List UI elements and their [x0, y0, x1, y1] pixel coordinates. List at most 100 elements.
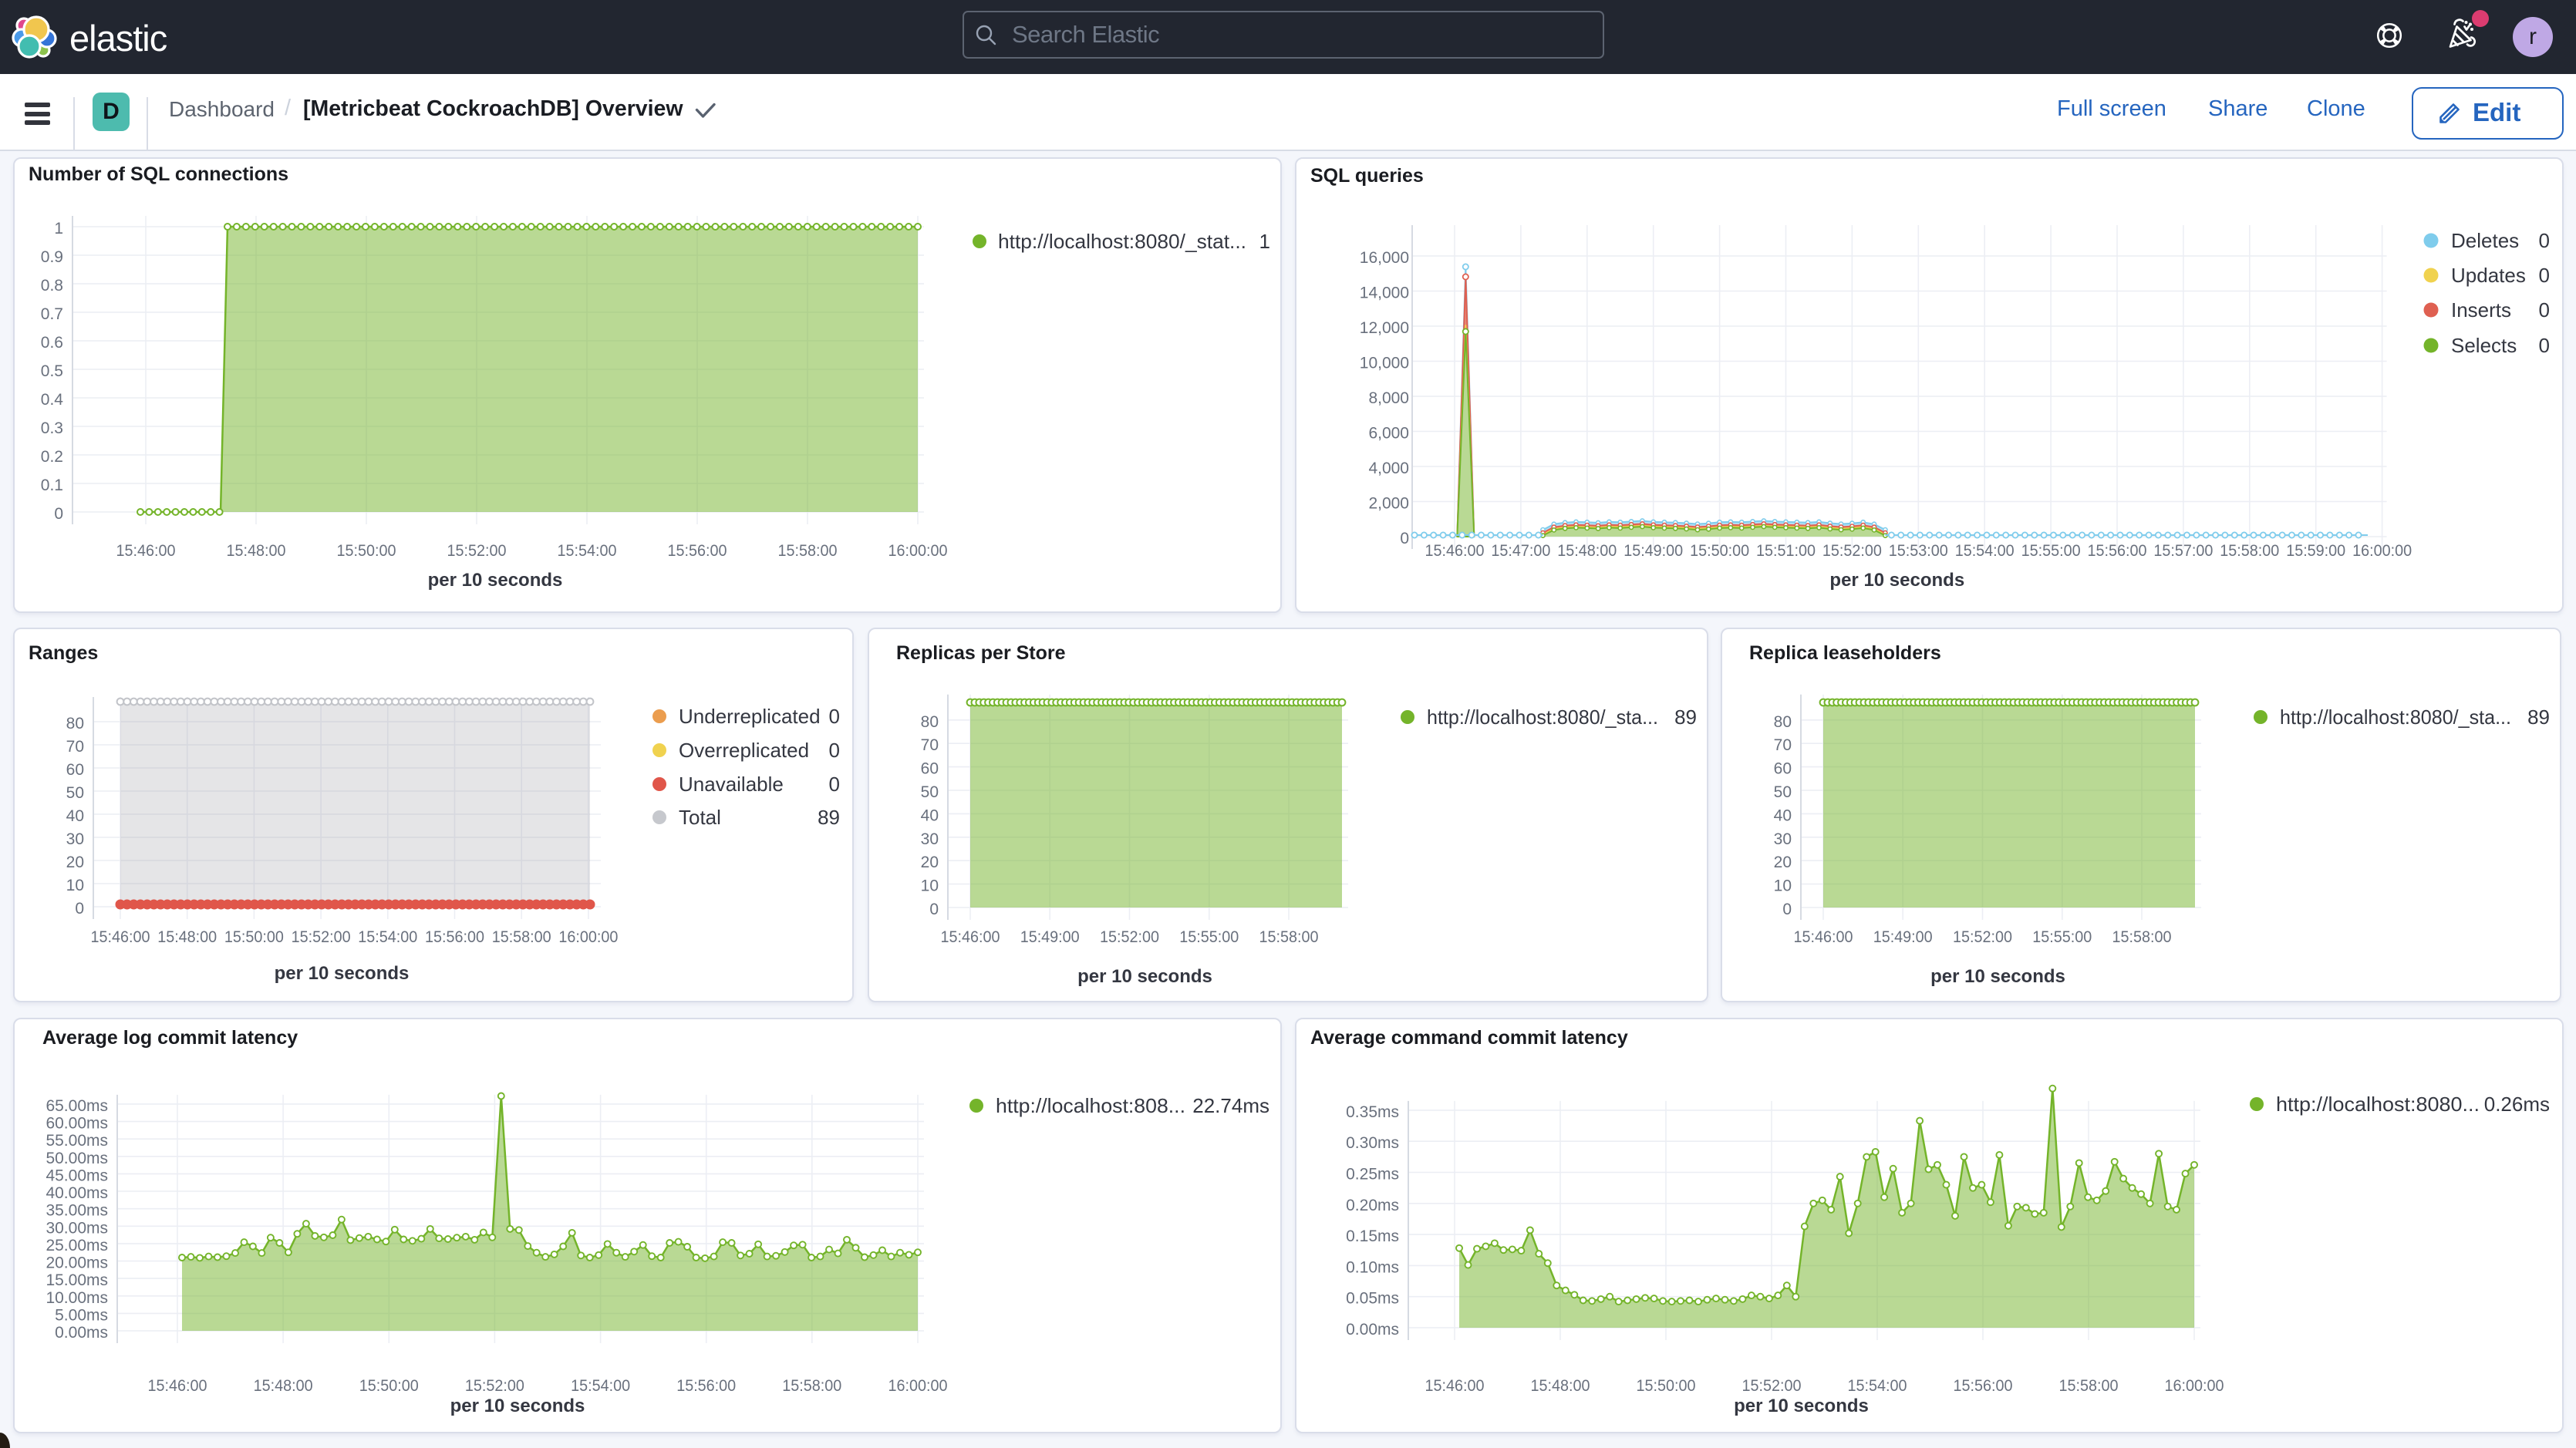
- svg-text:16:00:00: 16:00:00: [2165, 1377, 2224, 1395]
- svg-text:Total: Total: [679, 806, 721, 829]
- svg-text:15:50:00: 15:50:00: [1690, 542, 1749, 560]
- svg-text:5.00ms: 5.00ms: [55, 1306, 108, 1324]
- svg-text:60: 60: [66, 761, 84, 779]
- svg-text:0.05ms: 0.05ms: [1346, 1290, 1399, 1308]
- svg-text:10.00ms: 10.00ms: [46, 1289, 108, 1307]
- svg-text:http://localhost:8080...: http://localhost:8080...: [2276, 1093, 2480, 1116]
- svg-text:15.00ms: 15.00ms: [46, 1271, 108, 1289]
- svg-text:20: 20: [921, 854, 939, 871]
- svg-text:15:58:00: 15:58:00: [2220, 542, 2279, 560]
- svg-text:14,000: 14,000: [1360, 285, 1409, 302]
- svg-text:15:58:00: 15:58:00: [2112, 928, 2172, 946]
- svg-text:70: 70: [921, 736, 939, 754]
- svg-text:89: 89: [2527, 705, 2550, 729]
- svg-text:0.26ms: 0.26ms: [2484, 1093, 2550, 1116]
- svg-text:15:50:00: 15:50:00: [224, 928, 284, 946]
- svg-text:Average command commit latency: Average command commit latency: [1310, 1027, 1628, 1049]
- svg-text:0.30ms: 0.30ms: [1346, 1134, 1399, 1152]
- svg-text:30: 30: [1774, 830, 1792, 848]
- svg-text:70: 70: [66, 738, 84, 756]
- svg-text:10: 10: [921, 877, 939, 895]
- svg-text:http://localhost:8080/_sta...: http://localhost:8080/_sta...: [1427, 705, 1658, 729]
- svg-text:15:52:00: 15:52:00: [292, 928, 351, 946]
- svg-text:Underreplicated: Underreplicated: [679, 705, 821, 728]
- svg-text:15:54:00: 15:54:00: [571, 1377, 630, 1395]
- svg-text:Overreplicated: Overreplicated: [679, 739, 809, 762]
- svg-text:per 10 seconds: per 10 seconds: [1734, 1396, 1869, 1416]
- svg-text:30: 30: [66, 830, 84, 848]
- svg-text:0.5: 0.5: [41, 362, 63, 380]
- svg-text:15:46:00: 15:46:00: [116, 542, 176, 560]
- svg-text:15:54:00: 15:54:00: [558, 542, 617, 560]
- svg-text:0.2: 0.2: [41, 448, 63, 466]
- svg-text:15:58:00: 15:58:00: [1259, 928, 1319, 946]
- svg-text:15:56:00: 15:56:00: [425, 928, 484, 946]
- svg-text:15:46:00: 15:46:00: [941, 928, 1000, 946]
- svg-text:per 10 seconds: per 10 seconds: [1930, 966, 2065, 987]
- svg-text:70: 70: [1774, 736, 1792, 754]
- svg-text:0.10ms: 0.10ms: [1346, 1258, 1399, 1276]
- svg-text:15:52:00: 15:52:00: [1742, 1377, 1802, 1395]
- svg-text:SQL queries: SQL queries: [1310, 165, 1424, 187]
- svg-text:per 10 seconds: per 10 seconds: [450, 1396, 585, 1416]
- svg-text:89: 89: [1674, 705, 1697, 729]
- svg-text:89: 89: [818, 806, 840, 829]
- svg-text:6,000: 6,000: [1368, 425, 1409, 443]
- svg-text:15:54:00: 15:54:00: [1848, 1377, 1907, 1395]
- svg-text:50: 50: [1774, 783, 1792, 801]
- svg-text:Replicas per Store: Replicas per Store: [896, 642, 1066, 664]
- svg-text:0: 0: [75, 900, 84, 918]
- svg-text:60: 60: [921, 760, 939, 778]
- svg-text:15:47:00: 15:47:00: [1491, 542, 1550, 560]
- svg-text:15:51:00: 15:51:00: [1756, 542, 1816, 560]
- svg-text:0: 0: [929, 901, 939, 918]
- svg-text:80: 80: [921, 713, 939, 731]
- svg-text:per 10 seconds: per 10 seconds: [1829, 570, 1964, 591]
- svg-text:40: 40: [921, 807, 939, 824]
- svg-text:15:46:00: 15:46:00: [1425, 1377, 1485, 1395]
- svg-text:15:52:00: 15:52:00: [447, 542, 507, 560]
- svg-text:80: 80: [1774, 713, 1792, 731]
- svg-text:Average log commit latency: Average log commit latency: [42, 1027, 298, 1049]
- svg-text:http://localhost:8080/_stat...: http://localhost:8080/_stat...: [998, 230, 1246, 253]
- svg-text:0: 0: [829, 773, 840, 796]
- svg-text:20: 20: [66, 854, 84, 871]
- svg-text:15:59:00: 15:59:00: [2286, 542, 2345, 560]
- svg-text:0: 0: [829, 739, 840, 762]
- svg-text:22.74ms: 22.74ms: [1192, 1094, 1269, 1117]
- svg-text:Inserts: Inserts: [2451, 298, 2511, 322]
- svg-text:1: 1: [54, 220, 63, 237]
- svg-text:20.00ms: 20.00ms: [46, 1254, 108, 1272]
- svg-text:15:46:00: 15:46:00: [148, 1377, 207, 1395]
- svg-text:0.35ms: 0.35ms: [1346, 1103, 1399, 1121]
- svg-text:0.3: 0.3: [41, 419, 63, 437]
- svg-text:0.1: 0.1: [41, 476, 63, 494]
- svg-text:Selects: Selects: [2451, 334, 2517, 357]
- svg-text:60.00ms: 60.00ms: [46, 1115, 108, 1133]
- svg-text:35.00ms: 35.00ms: [46, 1202, 108, 1220]
- svg-text:http://localhost:808...: http://localhost:808...: [996, 1094, 1185, 1117]
- svg-text:15:56:00: 15:56:00: [1954, 1377, 2013, 1395]
- svg-text:0.00ms: 0.00ms: [55, 1324, 108, 1342]
- svg-text:15:49:00: 15:49:00: [1623, 542, 1683, 560]
- svg-text:per 10 seconds: per 10 seconds: [275, 963, 410, 984]
- svg-text:15:49:00: 15:49:00: [1020, 928, 1080, 946]
- svg-text:40.00ms: 40.00ms: [46, 1184, 108, 1202]
- svg-text:15:48:00: 15:48:00: [254, 1377, 313, 1395]
- svg-text:30: 30: [921, 830, 939, 848]
- svg-text:15:56:00: 15:56:00: [668, 542, 727, 560]
- svg-text:http://localhost:8080/_sta...: http://localhost:8080/_sta...: [2280, 705, 2511, 729]
- svg-text:15:48:00: 15:48:00: [157, 928, 217, 946]
- svg-text:0.4: 0.4: [41, 391, 64, 409]
- svg-text:10,000: 10,000: [1360, 355, 1409, 372]
- svg-text:0: 0: [829, 705, 840, 728]
- svg-text:15:56:00: 15:56:00: [676, 1377, 736, 1395]
- svg-text:1: 1: [1259, 230, 1270, 253]
- svg-text:60: 60: [1774, 760, 1792, 778]
- svg-text:0.6: 0.6: [41, 334, 63, 352]
- svg-text:0.9: 0.9: [41, 248, 63, 266]
- svg-text:12,000: 12,000: [1360, 319, 1409, 337]
- svg-text:80: 80: [66, 715, 84, 732]
- svg-text:per 10 seconds: per 10 seconds: [428, 570, 563, 591]
- svg-text:15:55:00: 15:55:00: [2021, 542, 2081, 560]
